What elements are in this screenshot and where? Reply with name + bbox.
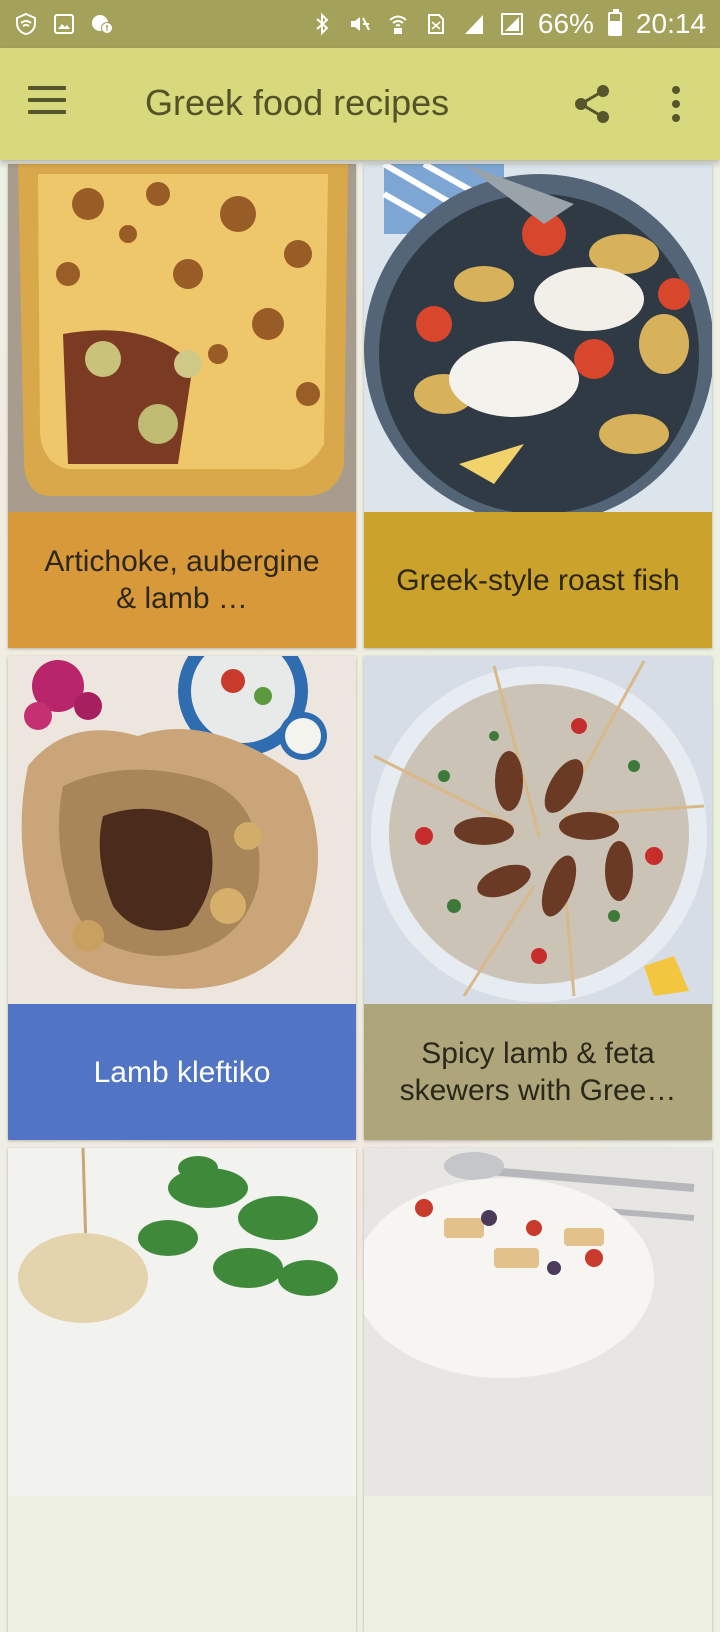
gallery-icon — [54, 14, 74, 34]
recipe-card[interactable] — [8, 1148, 356, 1632]
status-bar: 66% 20:14 — [0, 0, 720, 48]
recipe-title: Greek-style roast fish — [396, 563, 680, 597]
recipe-photo-roast-fish — [364, 164, 712, 512]
signal-box-icon — [500, 13, 523, 35]
recipe-photo-lamb-feta-skewers — [364, 656, 712, 1004]
recipe-photo-lamb-kleftiko — [8, 656, 356, 1004]
recipe-caption: Greek-style roast fish — [364, 512, 712, 648]
recipe-title: Lamb kleftiko — [93, 1055, 271, 1089]
recipe-caption: Spicy lamb & feta skewers with Gree… — [364, 1004, 712, 1140]
clock: 20:14 — [635, 8, 706, 39]
recipe-caption: Lamb kleftiko — [8, 1004, 356, 1140]
chat-alert-icon — [92, 15, 113, 34]
recipe-card[interactable]: Spicy lamb & feta skewers with Gree… — [364, 656, 712, 1140]
recipe-photo-burger — [8, 1148, 356, 1496]
battery-icon — [607, 9, 622, 36]
recipe-title: Artichoke, aubergine & lamb … — [44, 545, 320, 615]
app-toolbar: Greek food recipes — [0, 48, 720, 160]
battery-percent: 66% — [537, 8, 594, 39]
more-vert-icon[interactable] — [660, 84, 692, 124]
signal-icon — [464, 15, 483, 34]
battery-fill — [609, 20, 620, 34]
recipe-caption: Artichoke, aubergine & lamb … — [8, 512, 356, 648]
recipe-card[interactable] — [364, 1148, 712, 1632]
recipe-photo-moussaka — [8, 164, 356, 512]
recipe-photo-halloumi-salad — [364, 1148, 712, 1496]
bluetooth-icon — [316, 12, 329, 36]
recipe-card[interactable]: Artichoke, aubergine & lamb … — [8, 164, 356, 648]
recipe-title: Spicy lamb & feta skewers with Gree… — [399, 1037, 677, 1107]
recipe-card[interactable]: Lamb kleftiko — [8, 656, 356, 1140]
mute-icon — [350, 17, 370, 31]
hamburger-menu-icon[interactable] — [28, 86, 68, 122]
sim-icon — [427, 14, 444, 34]
share-icon[interactable] — [570, 82, 614, 126]
page-title: Greek food recipes — [145, 82, 450, 123]
wifi-call-icon — [389, 15, 407, 34]
recipe-card[interactable]: Greek-style roast fish — [364, 164, 712, 648]
shield-wifi-icon — [16, 12, 36, 36]
